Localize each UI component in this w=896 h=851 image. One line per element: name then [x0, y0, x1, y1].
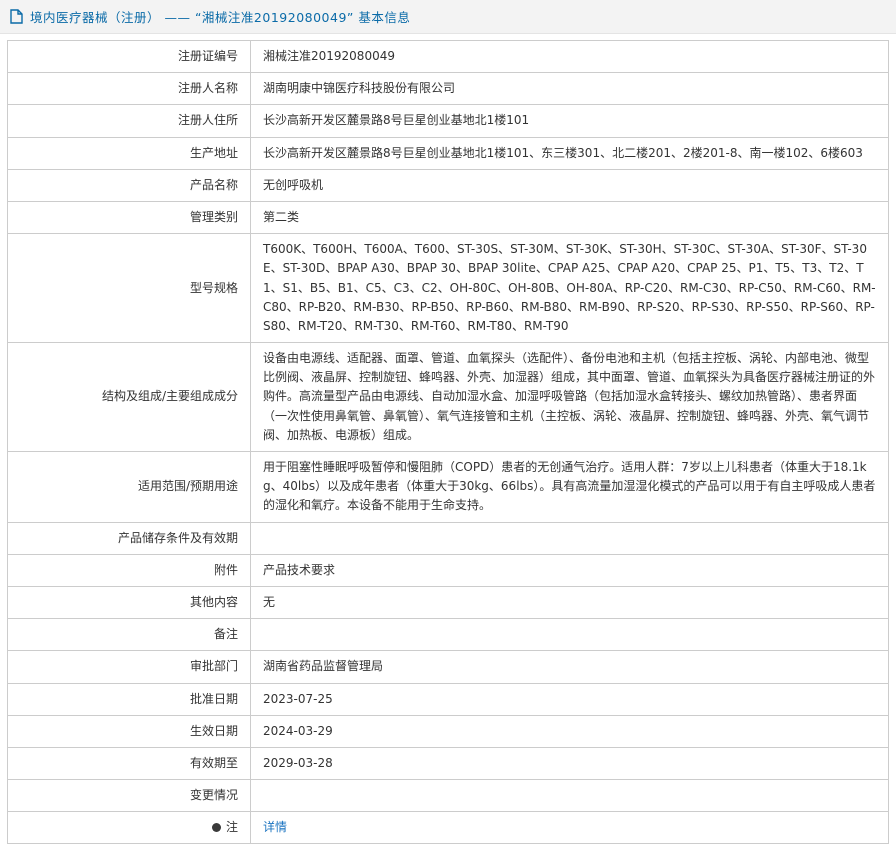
row-value — [250, 521, 889, 555]
row-value: 无 — [250, 585, 889, 620]
row-value: T600K、T600H、T600A、T600、ST-30S、ST-30M、ST-… — [250, 233, 889, 344]
row-value-note: 详情 — [250, 811, 889, 845]
row-value: 无创呼吸机 — [250, 168, 889, 202]
row-value — [250, 618, 889, 652]
table-row: 产品名称 无创呼吸机 — [7, 168, 889, 202]
row-value: 湖南明康中锦医疗科技股份有限公司 — [250, 72, 889, 106]
table-row: 注册人名称 湖南明康中锦医疗科技股份有限公司 — [7, 72, 889, 106]
row-label: 型号规格 — [7, 233, 251, 344]
row-label: 生效日期 — [7, 714, 251, 748]
row-label: 有效期至 — [7, 746, 251, 781]
table-row: 有效期至 2029-03-28 — [7, 746, 889, 781]
table-row: 变更情况 — [7, 779, 889, 813]
row-value: 设备由电源线、适配器、面罩、管道、血氧探头（选配件）、备份电池和主机（包括主控板… — [250, 342, 889, 452]
row-value: 第二类 — [250, 200, 889, 235]
row-value: 产品技术要求 — [250, 553, 889, 587]
registration-info-panel: 注册证编号 湘械注准20192080049 注册人名称 湖南明康中锦医疗科技股份… — [0, 34, 896, 851]
table-row: 产品储存条件及有效期 — [7, 521, 889, 555]
row-value: 2024-03-29 — [250, 714, 889, 748]
row-label: 注册人名称 — [7, 72, 251, 106]
document-icon — [10, 9, 23, 24]
row-label: 结构及组成/主要组成成分 — [7, 342, 251, 452]
table-row: 注册证编号 湘械注准20192080049 — [7, 39, 889, 74]
table-row: 备注 — [7, 618, 889, 652]
table-row: 型号规格 T600K、T600H、T600A、T600、ST-30S、ST-30… — [7, 233, 889, 344]
row-label: 注册人住所 — [7, 104, 251, 138]
table-row: 附件 产品技术要求 — [7, 553, 889, 587]
table-row: 其他内容 无 — [7, 585, 889, 620]
row-value: 湘械注准20192080049 — [250, 39, 889, 74]
row-value: 长沙高新开发区麓景路8号巨星创业基地北1楼101 — [250, 104, 889, 138]
row-value: 用于阻塞性睡眠呼吸暂停和慢阻肺（COPD）患者的无创通气治疗。适用人群：7岁以上… — [250, 451, 889, 523]
row-label: 产品名称 — [7, 168, 251, 202]
table-row: 生效日期 2024-03-29 — [7, 714, 889, 748]
row-value: 2023-07-25 — [250, 682, 889, 716]
row-label: 适用范围/预期用途 — [7, 451, 251, 523]
row-label: 备注 — [7, 618, 251, 652]
table-row: 适用范围/预期用途 用于阻塞性睡眠呼吸暂停和慢阻肺（COPD）患者的无创通气治疗… — [7, 451, 889, 523]
page-title: 境内医疗器械（注册） —— “湘械注准20192080049” 基本信息 — [30, 10, 411, 25]
table-row: 审批部门 湖南省药品监督管理局 — [7, 650, 889, 684]
table-row: 生产地址 长沙高新开发区麓景路8号巨星创业基地北1楼101、东三楼301、北二楼… — [7, 136, 889, 170]
table-row: 结构及组成/主要组成成分 设备由电源线、适配器、面罩、管道、血氧探头（选配件）、… — [7, 342, 889, 452]
row-label: 注册证编号 — [7, 39, 251, 74]
row-label: 审批部门 — [7, 650, 251, 684]
note-label: 注 — [225, 820, 238, 835]
row-value: 2029-03-28 — [250, 746, 889, 781]
note-dot-icon — [211, 823, 221, 833]
row-label: 附件 — [7, 553, 251, 587]
table-row: 批准日期 2023-07-25 — [7, 682, 889, 716]
row-label: 变更情况 — [7, 779, 251, 813]
row-label-note: 注 — [7, 811, 251, 845]
row-label: 管理类别 — [7, 200, 251, 235]
row-label: 批准日期 — [7, 682, 251, 716]
row-label: 其他内容 — [7, 585, 251, 620]
table-row-note: 注 详情 — [7, 811, 889, 845]
row-label: 生产地址 — [7, 136, 251, 170]
row-label: 产品储存条件及有效期 — [7, 521, 251, 555]
detail-link[interactable]: 详情 — [263, 820, 287, 834]
table-row: 注册人住所 长沙高新开发区麓景路8号巨星创业基地北1楼101 — [7, 104, 889, 138]
table-row: 管理类别 第二类 — [7, 200, 889, 235]
row-value — [250, 779, 889, 813]
registration-info-table: 注册证编号 湘械注准20192080049 注册人名称 湖南明康中锦医疗科技股份… — [7, 39, 889, 845]
row-value: 长沙高新开发区麓景路8号巨星创业基地北1楼101、东三楼301、北二楼201、2… — [250, 136, 889, 170]
row-value: 湖南省药品监督管理局 — [250, 650, 889, 684]
page-header: 境内医疗器械（注册） —— “湘械注准20192080049” 基本信息 — [0, 0, 896, 34]
